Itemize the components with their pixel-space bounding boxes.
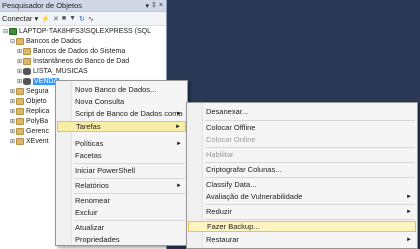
menu-separator: [74, 178, 185, 179]
submenu-arrow-icon: ►: [175, 123, 181, 130]
tree-node-xevent[interactable]: ⊞ XEvent: [9, 137, 49, 146]
folder-icon: [16, 138, 24, 145]
stop-icon[interactable]: ■: [62, 15, 66, 22]
menu-item-encrypt-columns[interactable]: Criptografar Colunas...: [188, 164, 416, 175]
object-explorer-title: Pesquisador de Objetos: [2, 1, 83, 10]
menu-item-rename[interactable]: Renomear: [57, 195, 186, 206]
folder-icon: [16, 98, 24, 105]
tree-node-server[interactable]: ⊟ LAPTOP-TAK8HFS3\SQLEXPRESS (SQL: [2, 27, 151, 36]
menu-separator: [205, 162, 415, 163]
menu-item-tasks[interactable]: Tarefas ►: [57, 121, 186, 132]
menu-separator: [205, 219, 415, 220]
menu-item-policies[interactable]: Políticas ►: [57, 138, 186, 149]
expand-icon[interactable]: ⊞: [16, 78, 23, 85]
expand-icon[interactable]: ⊞: [16, 48, 23, 55]
menu-separator: [205, 204, 415, 205]
menu-item-vulnerability-assessment[interactable]: Avaliação de Vulnerabilidade ►: [188, 191, 416, 202]
submenu-arrow-icon: ►: [176, 110, 182, 117]
expand-icon[interactable]: ⊞: [9, 128, 16, 135]
menu-separator: [74, 163, 185, 164]
server-icon: [9, 28, 17, 35]
menu-item-detach[interactable]: Desanexar...: [188, 106, 416, 117]
menu-item-shrink[interactable]: Reduzir ►: [188, 206, 416, 217]
close-icon[interactable]: ×: [159, 2, 163, 10]
disconnect-icon[interactable]: ✕: [53, 15, 59, 23]
menu-item-script-database-as[interactable]: Script de Banco de Dados como ►: [57, 108, 186, 119]
menu-item-facets[interactable]: Facetas: [57, 150, 186, 161]
folder-icon: [16, 38, 24, 45]
folder-icon: [16, 128, 24, 135]
menu-separator: [205, 177, 415, 178]
menu-item-classify-data[interactable]: Classify Data...: [188, 179, 416, 190]
expand-icon[interactable]: ⊞: [9, 138, 16, 145]
menu-item-take-offline[interactable]: Colocar Offline: [188, 122, 416, 133]
tree-node-security[interactable]: ⊞ Segura: [9, 87, 49, 96]
menu-separator: [74, 220, 185, 221]
connect-icon[interactable]: ⚡: [41, 15, 50, 23]
collapse-icon[interactable]: ⊟: [2, 28, 9, 35]
menu-item-back-up[interactable]: Fazer Backup...: [188, 221, 416, 232]
menu-item-start-powershell[interactable]: Iniciar PowerShell: [57, 165, 186, 176]
menu-separator: [205, 120, 415, 121]
database-context-menu: Novo Banco de Dados... Nova Consulta Scr…: [55, 80, 188, 246]
menu-item-properties[interactable]: Propriedades: [57, 234, 186, 245]
tree-node-polybase[interactable]: ⊞ PolyBa: [9, 117, 48, 126]
tree-node-lista-musicas[interactable]: ⊞ LISTA_MÚSICAS: [16, 67, 88, 76]
menu-item-new-query[interactable]: Nova Consulta: [57, 96, 186, 107]
tree-node-server-objects[interactable]: ⊞ Objeto: [9, 97, 47, 106]
collapse-icon[interactable]: ⊟: [9, 38, 16, 45]
filter-icon[interactable]: ▼: [69, 15, 76, 22]
menu-item-new-database[interactable]: Novo Banco de Dados...: [57, 84, 186, 95]
folder-icon: [23, 58, 31, 65]
expand-icon[interactable]: ⊞: [16, 68, 23, 75]
tree-node-management[interactable]: ⊞ Gerenc: [9, 127, 49, 136]
expand-icon[interactable]: ⊞: [9, 108, 16, 115]
object-explorer-titlebar: Pesquisador de Objetos ▾ ‡ ×: [0, 0, 166, 12]
expand-icon[interactable]: ⊞: [16, 58, 23, 65]
folder-icon: [23, 48, 31, 55]
expand-icon[interactable]: ⊞: [9, 118, 16, 125]
tree-node-snapshots[interactable]: ⊞ Instantâneos do Banco de Dad: [16, 57, 129, 66]
expand-icon[interactable]: ⊞: [9, 98, 16, 105]
folder-icon: [16, 108, 24, 115]
submenu-arrow-icon: ►: [406, 193, 412, 200]
submenu-arrow-icon: ►: [406, 236, 412, 243]
tree-node-system-databases[interactable]: ⊞ Bancos de Dados do Sistema: [16, 47, 125, 56]
pin-icon[interactable]: ‡: [152, 2, 156, 10]
refresh-icon[interactable]: ↻: [79, 15, 85, 23]
folder-icon: [16, 88, 24, 95]
menu-item-delete[interactable]: Excluir: [57, 207, 186, 218]
expand-icon[interactable]: ⊞: [9, 88, 16, 95]
database-icon: [23, 78, 31, 85]
menu-item-enable[interactable]: Habilitar: [188, 149, 416, 160]
tasks-submenu: Desanexar... Colocar Offline Colocar Onl…: [186, 102, 418, 249]
activity-monitor-icon[interactable]: ∿: [88, 15, 94, 23]
menu-item-reports[interactable]: Relatórios ►: [57, 180, 186, 191]
menu-separator: [205, 147, 415, 148]
connect-button[interactable]: Conectar ▾: [2, 14, 38, 23]
tree-node-databases[interactable]: ⊟ Bancos de Dados: [9, 37, 81, 46]
database-icon: [23, 68, 31, 75]
menu-item-refresh[interactable]: Atualizar: [57, 222, 186, 233]
menu-item-bring-online[interactable]: Colocar Online: [188, 134, 416, 145]
folder-icon: [16, 118, 24, 125]
submenu-arrow-icon: ►: [406, 208, 412, 215]
tree-node-replication[interactable]: ⊞ Replica: [9, 107, 49, 116]
window-position-icon[interactable]: ▾: [145, 2, 149, 10]
menu-separator: [74, 193, 185, 194]
object-explorer-toolbar: Conectar ▾ ⚡ ✕ ■ ▼ ↻ ∿: [0, 12, 166, 26]
submenu-arrow-icon: ►: [176, 182, 182, 189]
tree-node-venda[interactable]: ⊞ VENDA: [16, 77, 60, 86]
menu-item-restore[interactable]: Restaurar ►: [188, 234, 416, 245]
submenu-arrow-icon: ►: [176, 140, 182, 147]
